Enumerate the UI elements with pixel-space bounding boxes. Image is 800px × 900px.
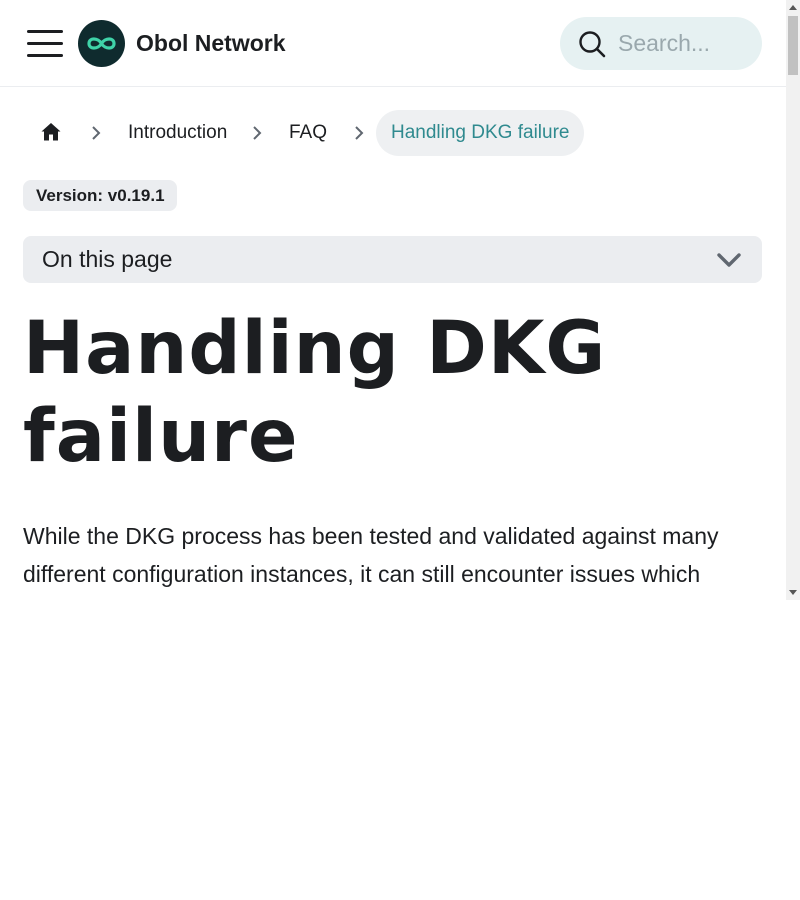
page-viewport: Obol Network Introduction FAQ (0, 0, 786, 600)
vertical-scrollbar[interactable] (786, 0, 800, 600)
page-title: Handling DKG failure (23, 306, 607, 479)
breadcrumb-introduction[interactable]: Introduction (128, 110, 227, 156)
toc-label: On this page (42, 246, 173, 272)
navbar: Obol Network (0, 0, 786, 87)
scroll-down-arrow-icon[interactable] (786, 584, 800, 600)
on-this-page-toggle[interactable]: On this page (23, 236, 762, 283)
search-input[interactable] (618, 17, 748, 70)
home-icon (41, 123, 61, 141)
breadcrumb-home-link[interactable] (29, 111, 73, 155)
hamburger-menu-icon[interactable] (26, 27, 64, 59)
search-box[interactable] (560, 17, 762, 70)
breadcrumb-faq[interactable]: FAQ (289, 110, 327, 156)
scroll-up-arrow-icon[interactable] (786, 0, 800, 16)
chevron-right-icon (91, 124, 101, 142)
chevron-down-icon (716, 250, 742, 270)
version-badge: Version: v0.19.1 (23, 180, 177, 211)
search-icon[interactable] (578, 30, 606, 58)
brand-title[interactable]: Obol Network (136, 30, 286, 57)
scrollbar-thumb[interactable] (788, 16, 798, 75)
breadcrumb-current-page: Handling DKG failure (376, 110, 585, 156)
article-intro-paragraph: While the DKG process has been tested an… (23, 523, 719, 587)
chevron-right-icon (252, 124, 262, 142)
chevron-right-icon (354, 124, 364, 142)
infinity-logo-icon[interactable] (78, 20, 125, 67)
